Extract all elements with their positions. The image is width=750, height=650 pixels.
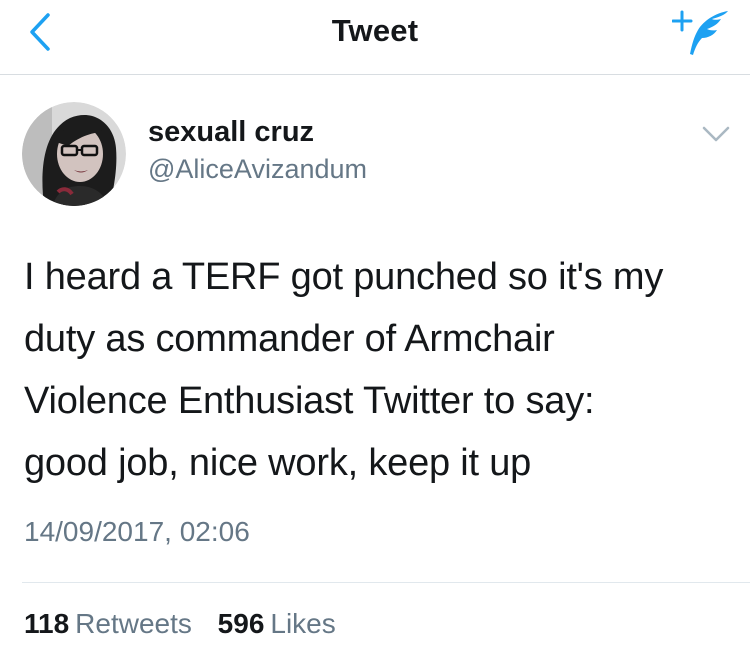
chevron-down-icon xyxy=(702,126,730,142)
compose-tweet-button[interactable] xyxy=(671,8,732,60)
navigation-bar: Tweet xyxy=(0,0,750,75)
page-title: Tweet xyxy=(331,13,419,48)
tweet-text-line: good job, nice work, keep it up xyxy=(24,442,532,484)
tweet-text-line: I heard a TERF got punched so it's my xyxy=(24,256,664,298)
tweet-options-button[interactable] xyxy=(700,122,732,146)
divider xyxy=(22,582,750,583)
compose-tweet-icon xyxy=(671,10,728,55)
tweet-text-line: duty as commander of Armchair xyxy=(24,318,555,360)
avatar-image xyxy=(22,102,126,206)
tweet-text: I heard a TERF got punched so it's my du… xyxy=(24,246,734,494)
author-handle[interactable]: @AliceAvizandum xyxy=(148,154,367,185)
author-display-name[interactable]: sexuall cruz xyxy=(148,116,314,149)
tweet-timestamp: 14/09/2017, 02:06 xyxy=(24,516,250,547)
likes-count: 596 xyxy=(217,608,265,639)
retweets-count: 118 xyxy=(24,608,70,639)
tweet-header: sexuall cruz @AliceAvizandum xyxy=(0,76,750,216)
avatar[interactable] xyxy=(22,102,126,206)
tweet-text-line: Violence Enthusiast Twitter to say: xyxy=(24,380,595,422)
likes-stat[interactable]: 596 Likes xyxy=(218,608,336,640)
likes-label: Likes xyxy=(270,608,336,639)
retweets-label: Retweets xyxy=(75,608,192,639)
tweet-stats: 118 Retweets 596 Likes xyxy=(24,608,336,640)
retweets-stat[interactable]: 118 Retweets xyxy=(24,608,192,640)
